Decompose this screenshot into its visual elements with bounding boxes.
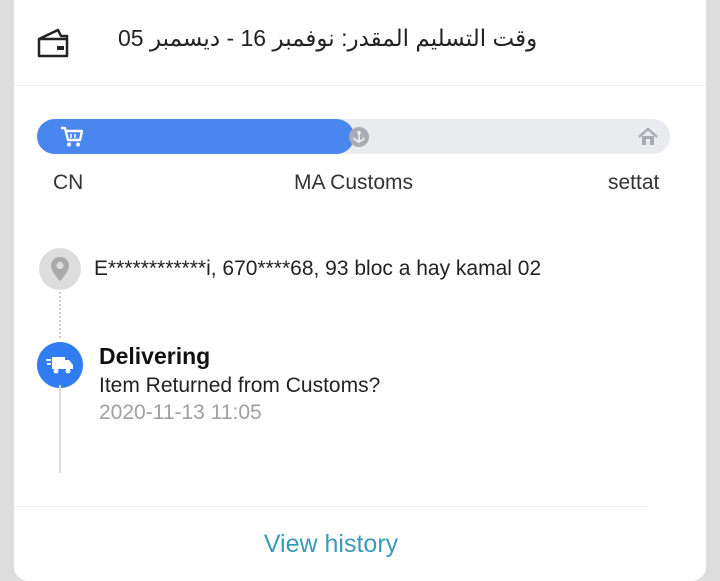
event-status: Delivering bbox=[99, 343, 211, 369]
transit-label: MA Customs bbox=[294, 171, 414, 194]
location-pin-icon bbox=[39, 248, 81, 290]
timeline-connector bbox=[59, 292, 61, 338]
estimated-delivery-text: وقت التسليم المقدر: نوفمبر 16 - ديسمبر 0… bbox=[118, 25, 538, 51]
footer-divider bbox=[14, 506, 648, 507]
shipping-progress-bar bbox=[37, 119, 670, 154]
event-description: Item Returned from Customs? bbox=[99, 374, 381, 397]
truck-icon bbox=[37, 342, 83, 388]
cart-icon bbox=[57, 119, 87, 154]
view-history-link[interactable]: View history bbox=[14, 530, 648, 559]
delivery-address: E************i, 670****68, 93 bloc a hay… bbox=[94, 257, 542, 280]
home-icon bbox=[635, 119, 661, 154]
delivery-estimate-header: وقت التسليم المقدر: نوفمبر 16 - ديسمبر 0… bbox=[14, 0, 706, 86]
destination-label: settat bbox=[608, 171, 660, 194]
event-timestamp: 2020-11-13 11:05 bbox=[99, 401, 262, 424]
origin-label: CN bbox=[53, 171, 84, 194]
shipment-card: وقت التسليم المقدر: نوفمبر 16 - ديسمبر 0… bbox=[14, 0, 706, 581]
delivery-box-icon bbox=[36, 26, 70, 60]
customs-icon bbox=[346, 119, 372, 154]
timeline-line bbox=[59, 385, 61, 473]
